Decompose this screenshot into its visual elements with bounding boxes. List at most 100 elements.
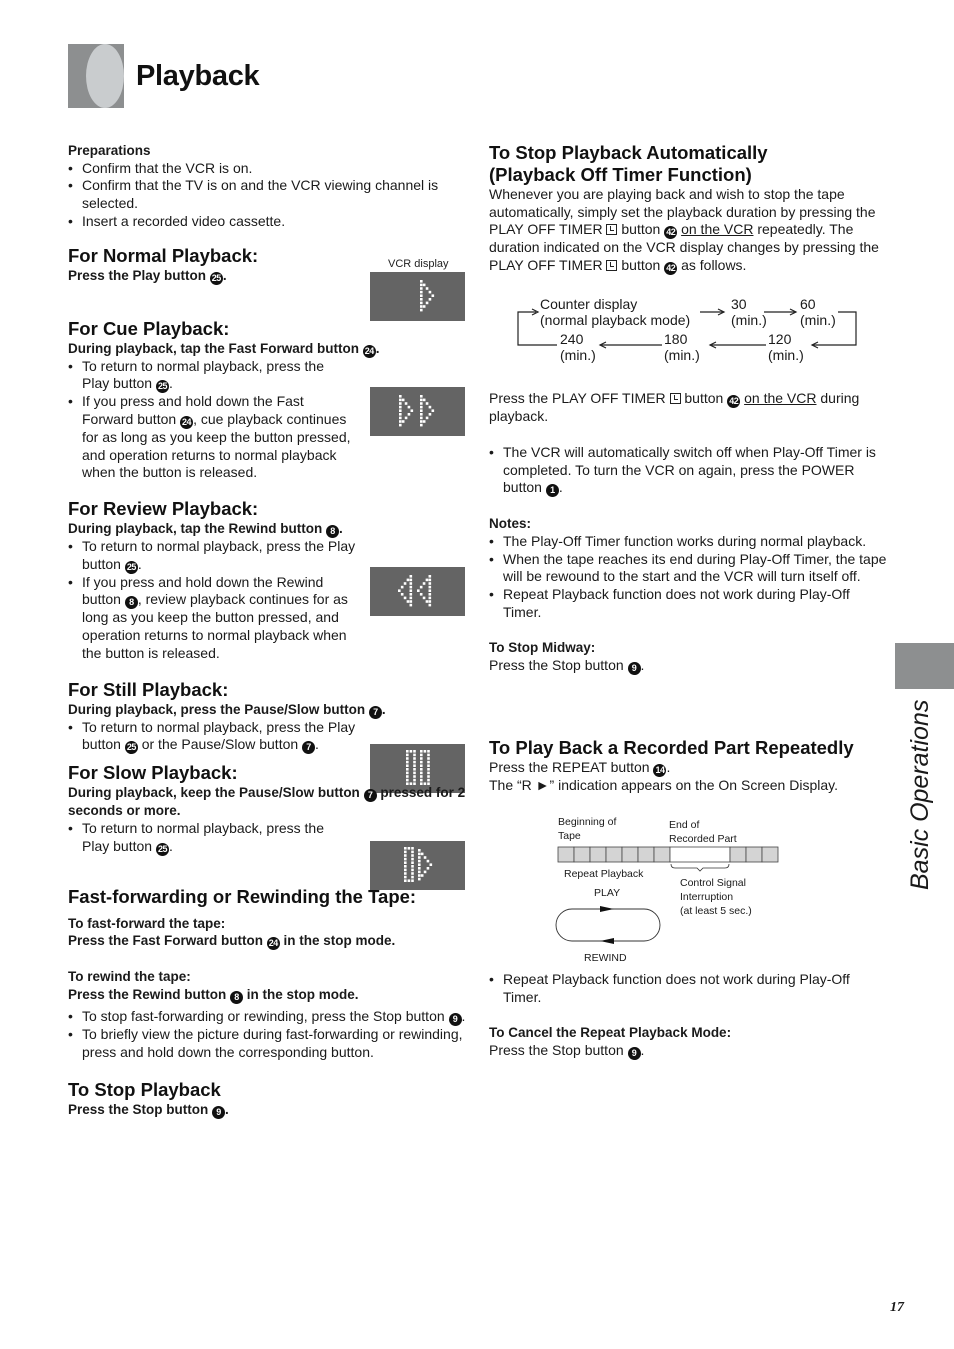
notes-list: The Play-Off Timer function works during… bbox=[489, 533, 889, 622]
still-playback-instruction: During playback, press the Pause/Slow bu… bbox=[68, 701, 386, 719]
repeat-button-number-icon: 14 bbox=[653, 764, 667, 778]
ff-button-number-icon: 24 bbox=[266, 937, 280, 951]
list-item: To return to normal playback, press the … bbox=[68, 358, 353, 394]
play-button-number-icon: 25 bbox=[155, 380, 169, 394]
tape-cell bbox=[745, 846, 763, 863]
beginning-label-line: Beginning of bbox=[558, 816, 617, 828]
left-column: Preparations Confirm that the VCR is on.… bbox=[68, 142, 468, 1120]
page-number: 17 bbox=[890, 1300, 904, 1315]
list-item: To return to normal playback, press the … bbox=[68, 820, 353, 856]
timer-unit: (min.) bbox=[731, 312, 767, 328]
timer-button-number-icon: 42 bbox=[664, 262, 678, 276]
list-item: To briefly view the picture during fast-… bbox=[68, 1026, 468, 1061]
auto-stop-paragraph: Whenever you are playing back and wish t… bbox=[489, 186, 879, 276]
list-item: The VCR will automatically switch off wh… bbox=[489, 444, 889, 498]
still-notes-list: To return to normal playback, press the … bbox=[68, 719, 368, 755]
side-tab-label: Basic Operations bbox=[906, 699, 934, 890]
list-item: Repeat Playback function does not work d… bbox=[489, 586, 889, 621]
rewind-label: To rewind the tape: bbox=[68, 969, 191, 985]
timer-value-60: 60 bbox=[800, 296, 816, 312]
normal-playback-instruction: Press the Play button 25. bbox=[68, 267, 227, 285]
timer-value-120: 120 bbox=[768, 331, 792, 347]
ff-label: To fast-forward the tape: bbox=[68, 915, 226, 931]
timer-value-180: 180 bbox=[664, 331, 688, 347]
auto-stop-heading-line2: (Playback Off Timer Function) bbox=[489, 164, 752, 185]
review-notes-list: To return to normal playback, press the … bbox=[68, 538, 358, 663]
ff-instruction: Press the Fast Forward button 24 in the … bbox=[68, 933, 396, 951]
timer-value-30: 30 bbox=[731, 296, 747, 312]
counter-display-sublabel: (normal playback mode) bbox=[540, 312, 691, 328]
stop-button-number-icon: 9 bbox=[627, 662, 641, 676]
tape-cell bbox=[557, 846, 575, 863]
still-playback-heading: For Still Playback: bbox=[68, 678, 229, 700]
interruption-segment bbox=[669, 846, 731, 863]
play-button-number-icon: 25 bbox=[209, 271, 223, 285]
list-item: Confirm that the TV is on and the VCR vi… bbox=[68, 177, 468, 212]
play-button-number-icon: 25 bbox=[124, 560, 138, 574]
preparations-title: Preparations bbox=[68, 143, 151, 158]
interruption-label-3: (at least 5 sec.) bbox=[680, 905, 752, 917]
timer-unit: (min.) bbox=[800, 312, 836, 328]
list-item: To return to normal playback, press the … bbox=[68, 719, 368, 755]
tape-cell bbox=[761, 846, 779, 863]
power-button-number-icon: 1 bbox=[545, 484, 559, 498]
rewind-button-number-icon: 8 bbox=[230, 991, 244, 1005]
ff-button-number-icon: 24 bbox=[180, 415, 194, 429]
press-timer-paragraph: Press the PLAY OFF TIMER button 42 on th… bbox=[489, 390, 860, 425]
timer-value-240: 240 bbox=[560, 331, 584, 347]
list-item: To return to normal playback, press the … bbox=[68, 538, 358, 574]
review-playback-instruction: During playback, tap the Rewind button 8… bbox=[68, 521, 343, 539]
repeat-indication-note: The “R ►” indication appears on the On S… bbox=[489, 777, 838, 794]
list-item: The Play-Off Timer function works during… bbox=[489, 533, 889, 551]
stop-midway-title: To Stop Midway: bbox=[489, 640, 596, 656]
cancel-repeat-instruction: Press the Stop button 9. bbox=[489, 1041, 645, 1060]
tape-cell bbox=[729, 846, 747, 863]
slow-playback-heading: For Slow Playback: bbox=[68, 762, 238, 784]
ff-rewind-heading: Fast-forwarding or Rewinding the Tape: bbox=[68, 885, 417, 907]
repeat-loop bbox=[555, 908, 661, 942]
counter-display-label: Counter display bbox=[540, 296, 638, 312]
stop-button-number-icon: 9 bbox=[212, 1106, 226, 1120]
slow-playback-instruction: During playback, keep the Pause/Slow but… bbox=[68, 785, 466, 819]
pause-button-number-icon: 7 bbox=[368, 705, 382, 719]
cue-playback-instruction: During playback, tap the Fast Forward bu… bbox=[68, 340, 380, 358]
list-item: If you press and hold down the Rewind bu… bbox=[68, 574, 358, 663]
timer-unit: (min.) bbox=[560, 347, 596, 363]
list-item: Repeat Playback function does not work d… bbox=[489, 971, 889, 1006]
repeat-playback-diagram: Beginning of Tape End of Recorded Part Rep… bbox=[554, 815, 794, 967]
ff-button-number-icon: 24 bbox=[362, 344, 376, 358]
slow-notes-list: To return to normal playback, press the … bbox=[68, 820, 353, 856]
cue-notes-list: To return to normal playback, press the … bbox=[68, 358, 353, 483]
play-button-number-icon: 25 bbox=[155, 842, 169, 856]
auto-stop-heading-line1: To Stop Playback Automatically bbox=[489, 142, 768, 163]
rewind-button-number-icon: 8 bbox=[326, 525, 340, 539]
stop-button-number-icon: 9 bbox=[627, 1046, 641, 1060]
play-label: PLAY bbox=[594, 887, 621, 899]
stop-midway-instruction: Press the Stop button 9. bbox=[489, 657, 645, 676]
tape-cell bbox=[573, 846, 591, 863]
timer-clock-icon bbox=[606, 260, 618, 272]
tape-cell bbox=[621, 846, 639, 863]
timer-clock-icon bbox=[669, 393, 681, 405]
chapter-tab-ellipse bbox=[86, 44, 124, 108]
timer-cycle-diagram: Counter display (normal playback mode) 3… bbox=[516, 292, 861, 367]
tape-cell bbox=[589, 846, 607, 863]
chapter-tab-graphic bbox=[68, 44, 124, 108]
list-item: When the tape reaches its end during Pla… bbox=[489, 551, 889, 586]
review-playback-heading: For Review Playback: bbox=[68, 498, 259, 520]
stop-playback-heading: To Stop Playback bbox=[68, 1079, 221, 1101]
stop-button-number-icon: 9 bbox=[448, 1013, 462, 1027]
preparations-list: Confirm that the VCR is on. Confirm that… bbox=[68, 160, 468, 231]
list-item: Insert a recorded video cassette. bbox=[68, 213, 468, 231]
interruption-brace bbox=[670, 863, 730, 872]
beginning-label-line: Tape bbox=[558, 830, 581, 842]
rewind-label: REWIND bbox=[584, 952, 627, 964]
interruption-label-2: Interruption bbox=[680, 891, 734, 903]
list-item: Confirm that the VCR is on. bbox=[68, 160, 468, 178]
list-item: If you press and hold down the Fast Forw… bbox=[68, 393, 353, 482]
page-title: Playback bbox=[136, 60, 260, 92]
timer-unit: (min.) bbox=[664, 347, 700, 363]
timer-button-number-icon: 42 bbox=[727, 395, 741, 409]
ff-rewind-notes-list: To stop fast-forwarding or rewinding, pr… bbox=[68, 1008, 468, 1061]
repeat-heading: To Play Back a Recorded Part Repeatedly bbox=[489, 737, 854, 759]
